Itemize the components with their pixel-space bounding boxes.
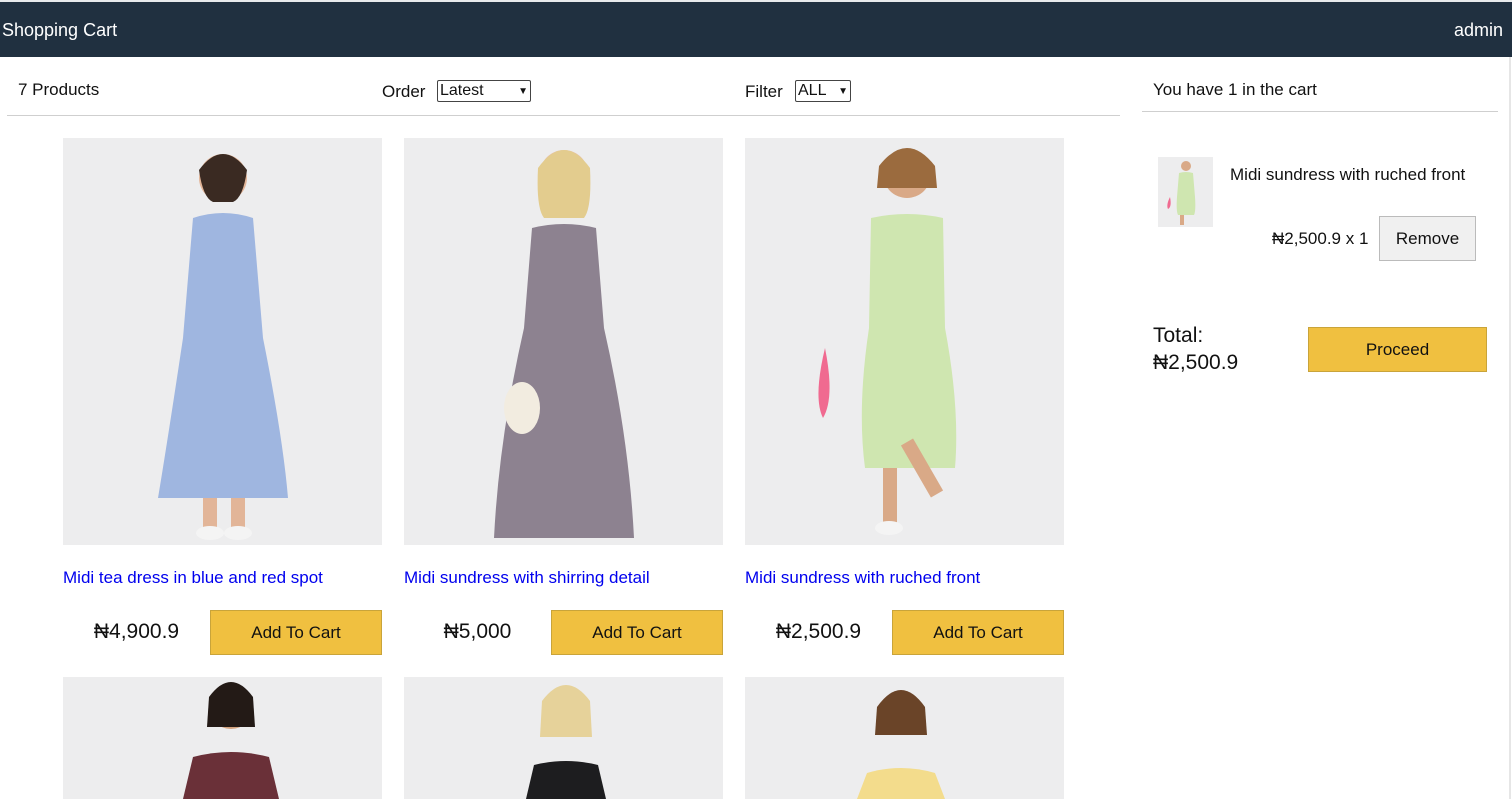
- add-to-cart-button[interactable]: Add To Cart: [892, 610, 1064, 655]
- total-value: ₦2,500.9: [1153, 351, 1239, 374]
- product-image[interactable]: [745, 138, 1064, 545]
- order-select[interactable]: Latest ▼: [437, 80, 531, 102]
- app-header: Shopping Cart admin: [0, 2, 1512, 57]
- cart-total: Total: ₦2,500.9: [1153, 322, 1238, 376]
- add-to-cart-button[interactable]: Add To Cart: [551, 610, 723, 655]
- filter-select-value: ALL: [798, 82, 827, 99]
- cart-item-qty-price: ₦2,500.9 x 1: [1272, 229, 1369, 248]
- window-edge: [1509, 57, 1511, 799]
- product-image[interactable]: [404, 138, 723, 545]
- dress-photo: [525, 685, 606, 799]
- product-image[interactable]: [404, 677, 723, 799]
- filter-select[interactable]: ALL ▼: [795, 80, 851, 102]
- product-price: ₦5,000: [443, 620, 512, 643]
- dress-photo: [1167, 161, 1196, 225]
- product-title[interactable]: Midi tea dress in blue and red spot: [63, 568, 323, 588]
- chevron-down-icon: ▼: [838, 85, 848, 97]
- proceed-button[interactable]: Proceed: [1308, 327, 1487, 372]
- total-label: Total:: [1153, 324, 1204, 347]
- dress-photo: [856, 690, 945, 799]
- product-title[interactable]: Midi sundress with shirring detail: [404, 568, 650, 588]
- product-image[interactable]: [745, 677, 1064, 799]
- product-price: ₦2,500.9: [775, 620, 862, 643]
- user-name[interactable]: admin: [1454, 20, 1503, 41]
- filter-label: Filter: [745, 82, 783, 101]
- chevron-down-icon: ▼: [518, 85, 528, 97]
- cart-header: You have 1 in the cart: [1142, 57, 1498, 112]
- filter-bar: 7 Products Order Latest ▼ Filter ALL ▼: [7, 57, 1120, 116]
- remove-button[interactable]: Remove: [1379, 216, 1476, 261]
- dress-photo: [182, 682, 279, 799]
- cart-summary: You have 1 in the cart: [1153, 80, 1317, 99]
- product-title[interactable]: Midi sundress with ruched front: [745, 568, 980, 588]
- cart-item-title: Midi sundress with ruched front: [1230, 165, 1466, 184]
- cart-item-image: [1158, 157, 1213, 227]
- product-image[interactable]: [63, 677, 382, 799]
- app-title: Shopping Cart: [2, 20, 118, 40]
- dress-photo: [493, 150, 634, 538]
- order-select-value: Latest: [440, 82, 484, 99]
- dress-photo: [817, 148, 956, 535]
- add-to-cart-button[interactable]: Add To Cart: [210, 610, 382, 655]
- product-image[interactable]: [63, 138, 382, 545]
- dress-photo: [157, 154, 288, 540]
- product-price: ₦4,900.9: [93, 620, 180, 643]
- order-label: Order: [382, 82, 426, 101]
- product-count: 7 Products: [18, 80, 100, 99]
